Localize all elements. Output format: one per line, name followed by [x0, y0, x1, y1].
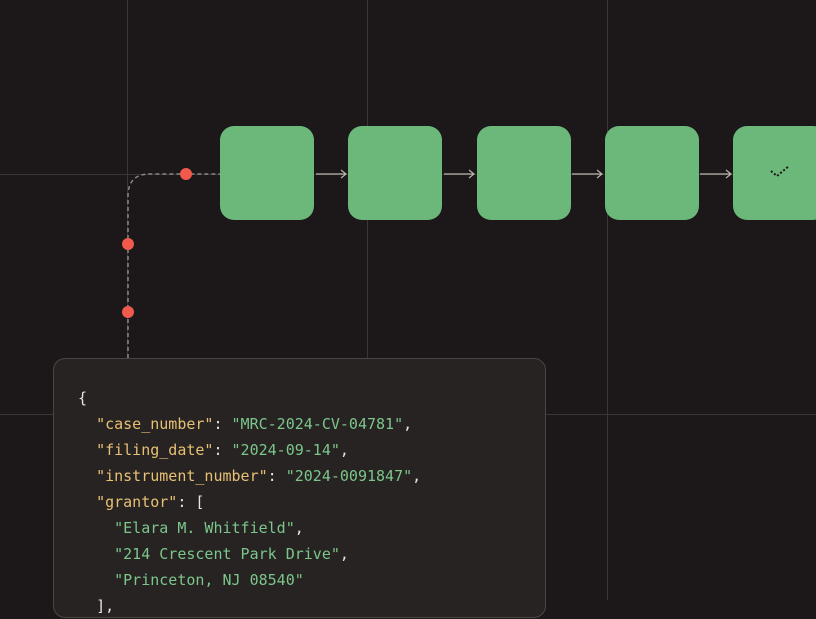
- json-key: "case_number": [96, 415, 214, 433]
- json-value: "2024-0091847": [285, 467, 413, 485]
- code-line: "case_number": "MRC-2024-CV-04781",: [96, 415, 413, 433]
- arrow-connector: [700, 169, 732, 179]
- code-line: "214 Crescent Park Drive",: [114, 545, 349, 563]
- json-array-item: "214 Crescent Park Drive": [114, 545, 340, 563]
- json-array-item: "Elara M. Whitfield": [114, 519, 295, 537]
- json-key: "grantor": [96, 493, 178, 511]
- pipeline-node-1[interactable]: [220, 126, 314, 220]
- json-output-panel: { "case_number": "MRC-2024-CV-04781", "f…: [53, 358, 546, 618]
- json-key: "instrument_number": [96, 467, 268, 485]
- json-key: "filing_date": [96, 441, 214, 459]
- json-array-item: "Princeton, NJ 08540": [114, 571, 304, 589]
- code-line: {: [78, 389, 88, 407]
- pipeline-node-4[interactable]: [605, 126, 699, 220]
- input-connector-path: [127, 173, 220, 358]
- pipeline-node-5[interactable]: [733, 126, 816, 220]
- connector-dot: [122, 306, 134, 318]
- json-value: "2024-09-14": [231, 441, 340, 459]
- code-line: "grantor": [: [96, 493, 205, 511]
- code-line: "instrument_number": "2024-0091847",: [96, 467, 422, 485]
- arrow-connector: [316, 169, 347, 179]
- arrow-connector: [444, 169, 475, 179]
- check-icon: [769, 163, 791, 183]
- code-line: "Princeton, NJ 08540": [78, 567, 545, 593]
- arrow-connector: [572, 169, 603, 179]
- code-line: ],: [96, 597, 115, 615]
- json-value: "MRC-2024-CV-04781": [231, 415, 404, 433]
- pipeline-node-3[interactable]: [477, 126, 571, 220]
- code-line: "Elara M. Whitfield",: [114, 519, 304, 537]
- code-line: "filing_date": "2024-09-14",: [96, 441, 349, 459]
- connector-dot: [180, 168, 192, 180]
- connector-dot: [122, 238, 134, 250]
- pipeline-node-2[interactable]: [348, 126, 442, 220]
